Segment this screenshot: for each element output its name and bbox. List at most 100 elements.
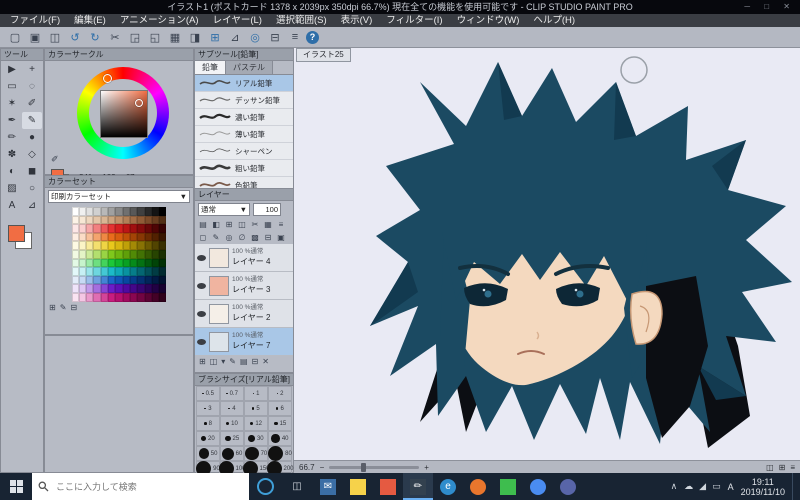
- brush-item[interactable]: シャーペン: [195, 143, 293, 160]
- brush-size-cell[interactable]: 0.5: [196, 386, 220, 401]
- menu-icon[interactable]: ≡: [275, 219, 287, 230]
- line-app[interactable]: [493, 473, 523, 500]
- color-swatch[interactable]: [78, 258, 87, 268]
- brush-size-cell[interactable]: 1: [244, 386, 268, 401]
- color-swatch[interactable]: [159, 275, 167, 285]
- saturation-value-square[interactable]: [100, 90, 148, 138]
- color-swatch[interactable]: [108, 275, 116, 285]
- color-swatch[interactable]: [159, 241, 167, 250]
- color-swatch[interactable]: [144, 241, 152, 250]
- visibility-eye-icon[interactable]: [197, 310, 206, 317]
- brush-size-cell[interactable]: 5: [244, 401, 268, 416]
- taskbar-clock[interactable]: 19:11 2019/11/10: [741, 477, 785, 497]
- text-tool[interactable]: A: [2, 197, 22, 214]
- color-set-dropdown[interactable]: 印刷カラーセット ▼: [48, 190, 190, 203]
- auto-select-tool[interactable]: ✶: [2, 95, 22, 112]
- brush-size-cell[interactable]: 30: [244, 431, 268, 446]
- color-swatch[interactable]: [71, 292, 79, 302]
- color-swatch[interactable]: [151, 207, 160, 216]
- blend-mode-dropdown[interactable]: 通常 ▼: [198, 203, 250, 216]
- color-swatch[interactable]: [129, 224, 138, 233]
- hue-marker[interactable]: [103, 74, 112, 83]
- blend-tool[interactable]: ◐: [2, 163, 22, 180]
- color-swatch[interactable]: [159, 292, 167, 302]
- color-swatch[interactable]: [78, 207, 87, 216]
- color-swatch[interactable]: [71, 258, 79, 268]
- airbrush-tool[interactable]: ●: [22, 129, 42, 146]
- visibility-eye-icon[interactable]: [197, 338, 206, 345]
- mask-icon[interactable]: ◎: [223, 232, 235, 243]
- document-tab[interactable]: イラスト25: [296, 48, 351, 62]
- color-swatch[interactable]: [129, 284, 138, 293]
- close-button[interactable]: ✕: [783, 2, 796, 11]
- color-swatch[interactable]: [151, 249, 160, 259]
- color-swatch[interactable]: [100, 275, 109, 285]
- delete-swatch-icon[interactable]: ⊟: [70, 303, 77, 312]
- cortana-button[interactable]: [249, 473, 281, 500]
- color-swatch[interactable]: [86, 258, 94, 268]
- taskbar-search[interactable]: [32, 473, 249, 500]
- ruler-tool[interactable]: ⊿: [22, 197, 42, 214]
- help-button[interactable]: ?: [306, 30, 319, 44]
- canvas[interactable]: イラスト25: [294, 48, 800, 460]
- brush-size-cell[interactable]: 80: [268, 446, 292, 461]
- main-color-swatch[interactable]: [8, 225, 25, 242]
- color-swatch[interactable]: [144, 267, 152, 276]
- color-swatch[interactable]: [78, 275, 87, 285]
- lock-icon[interactable]: ◻: [197, 232, 209, 243]
- color-swatch[interactable]: [86, 267, 94, 276]
- color-swatch[interactable]: [93, 258, 101, 268]
- network-icon[interactable]: ◢: [699, 481, 706, 492]
- color-swatch[interactable]: [93, 241, 101, 250]
- color-swatch[interactable]: [151, 215, 160, 225]
- reference-icon[interactable]: ▦: [262, 219, 274, 230]
- brush-size-cell[interactable]: 15: [268, 416, 292, 431]
- color-swatch[interactable]: [159, 224, 167, 233]
- operate-tool[interactable]: ▶: [2, 61, 22, 78]
- color-swatch[interactable]: [86, 292, 94, 302]
- color-swatch[interactable]: [108, 215, 116, 225]
- eyedropper-icon[interactable]: ✐: [51, 154, 59, 165]
- subtract-icon[interactable]: ⊟: [262, 232, 274, 243]
- color-swatch[interactable]: [71, 275, 79, 285]
- brush-size-cell[interactable]: 40: [268, 431, 292, 446]
- open-file-button[interactable]: ▣: [26, 29, 44, 45]
- color-swatch[interactable]: [115, 232, 123, 242]
- color-swatch[interactable]: [137, 249, 145, 259]
- color-swatch[interactable]: [144, 292, 152, 302]
- color-swatch[interactable]: [137, 241, 145, 250]
- color-swatch[interactable]: [86, 249, 94, 259]
- color-swatch[interactable]: [86, 284, 94, 293]
- brush-item[interactable]: デッサン鉛筆: [195, 92, 293, 109]
- brush-item[interactable]: リアル鉛筆: [195, 75, 293, 92]
- battery-icon[interactable]: ▭: [712, 481, 721, 492]
- visibility-eye-icon[interactable]: [197, 254, 206, 261]
- brush-size-cell[interactable]: 60: [220, 446, 244, 461]
- snap-grid-button[interactable]: ⊟: [266, 29, 284, 45]
- color-swatch[interactable]: [115, 241, 123, 250]
- workspace-settings-button[interactable]: ≡: [286, 29, 304, 45]
- menu-item-8[interactable]: ヘルプ(H): [527, 14, 581, 27]
- menu-item-3[interactable]: レイヤー(L): [207, 14, 268, 27]
- color-swatch[interactable]: [100, 258, 109, 268]
- color-swatch[interactable]: [100, 207, 109, 216]
- color-swatch[interactable]: [151, 275, 160, 285]
- brush-item[interactable]: 粗い鉛筆: [195, 160, 293, 177]
- brush-size-cell[interactable]: 4: [220, 401, 244, 416]
- color-swatch[interactable]: [159, 267, 167, 276]
- color-swatch[interactable]: [151, 258, 160, 268]
- apply-icon[interactable]: ⊟: [252, 357, 259, 366]
- color-swatch[interactable]: [93, 292, 101, 302]
- color-swatch[interactable]: [122, 292, 130, 302]
- color-swatch[interactable]: [122, 215, 130, 225]
- brush-size-cell[interactable]: 20: [196, 431, 220, 446]
- pencil-tool[interactable]: ✎: [22, 112, 42, 129]
- color-swatch[interactable]: [71, 241, 79, 250]
- discord-app[interactable]: [553, 473, 583, 500]
- color-swatch[interactable]: [93, 224, 101, 233]
- color-swatch[interactable]: [129, 249, 138, 259]
- color-swatch[interactable]: [144, 284, 152, 293]
- ime-indicator[interactable]: A: [728, 482, 734, 492]
- draft-icon[interactable]: ∅: [236, 232, 248, 243]
- zoom-in-icon[interactable]: +: [424, 463, 429, 472]
